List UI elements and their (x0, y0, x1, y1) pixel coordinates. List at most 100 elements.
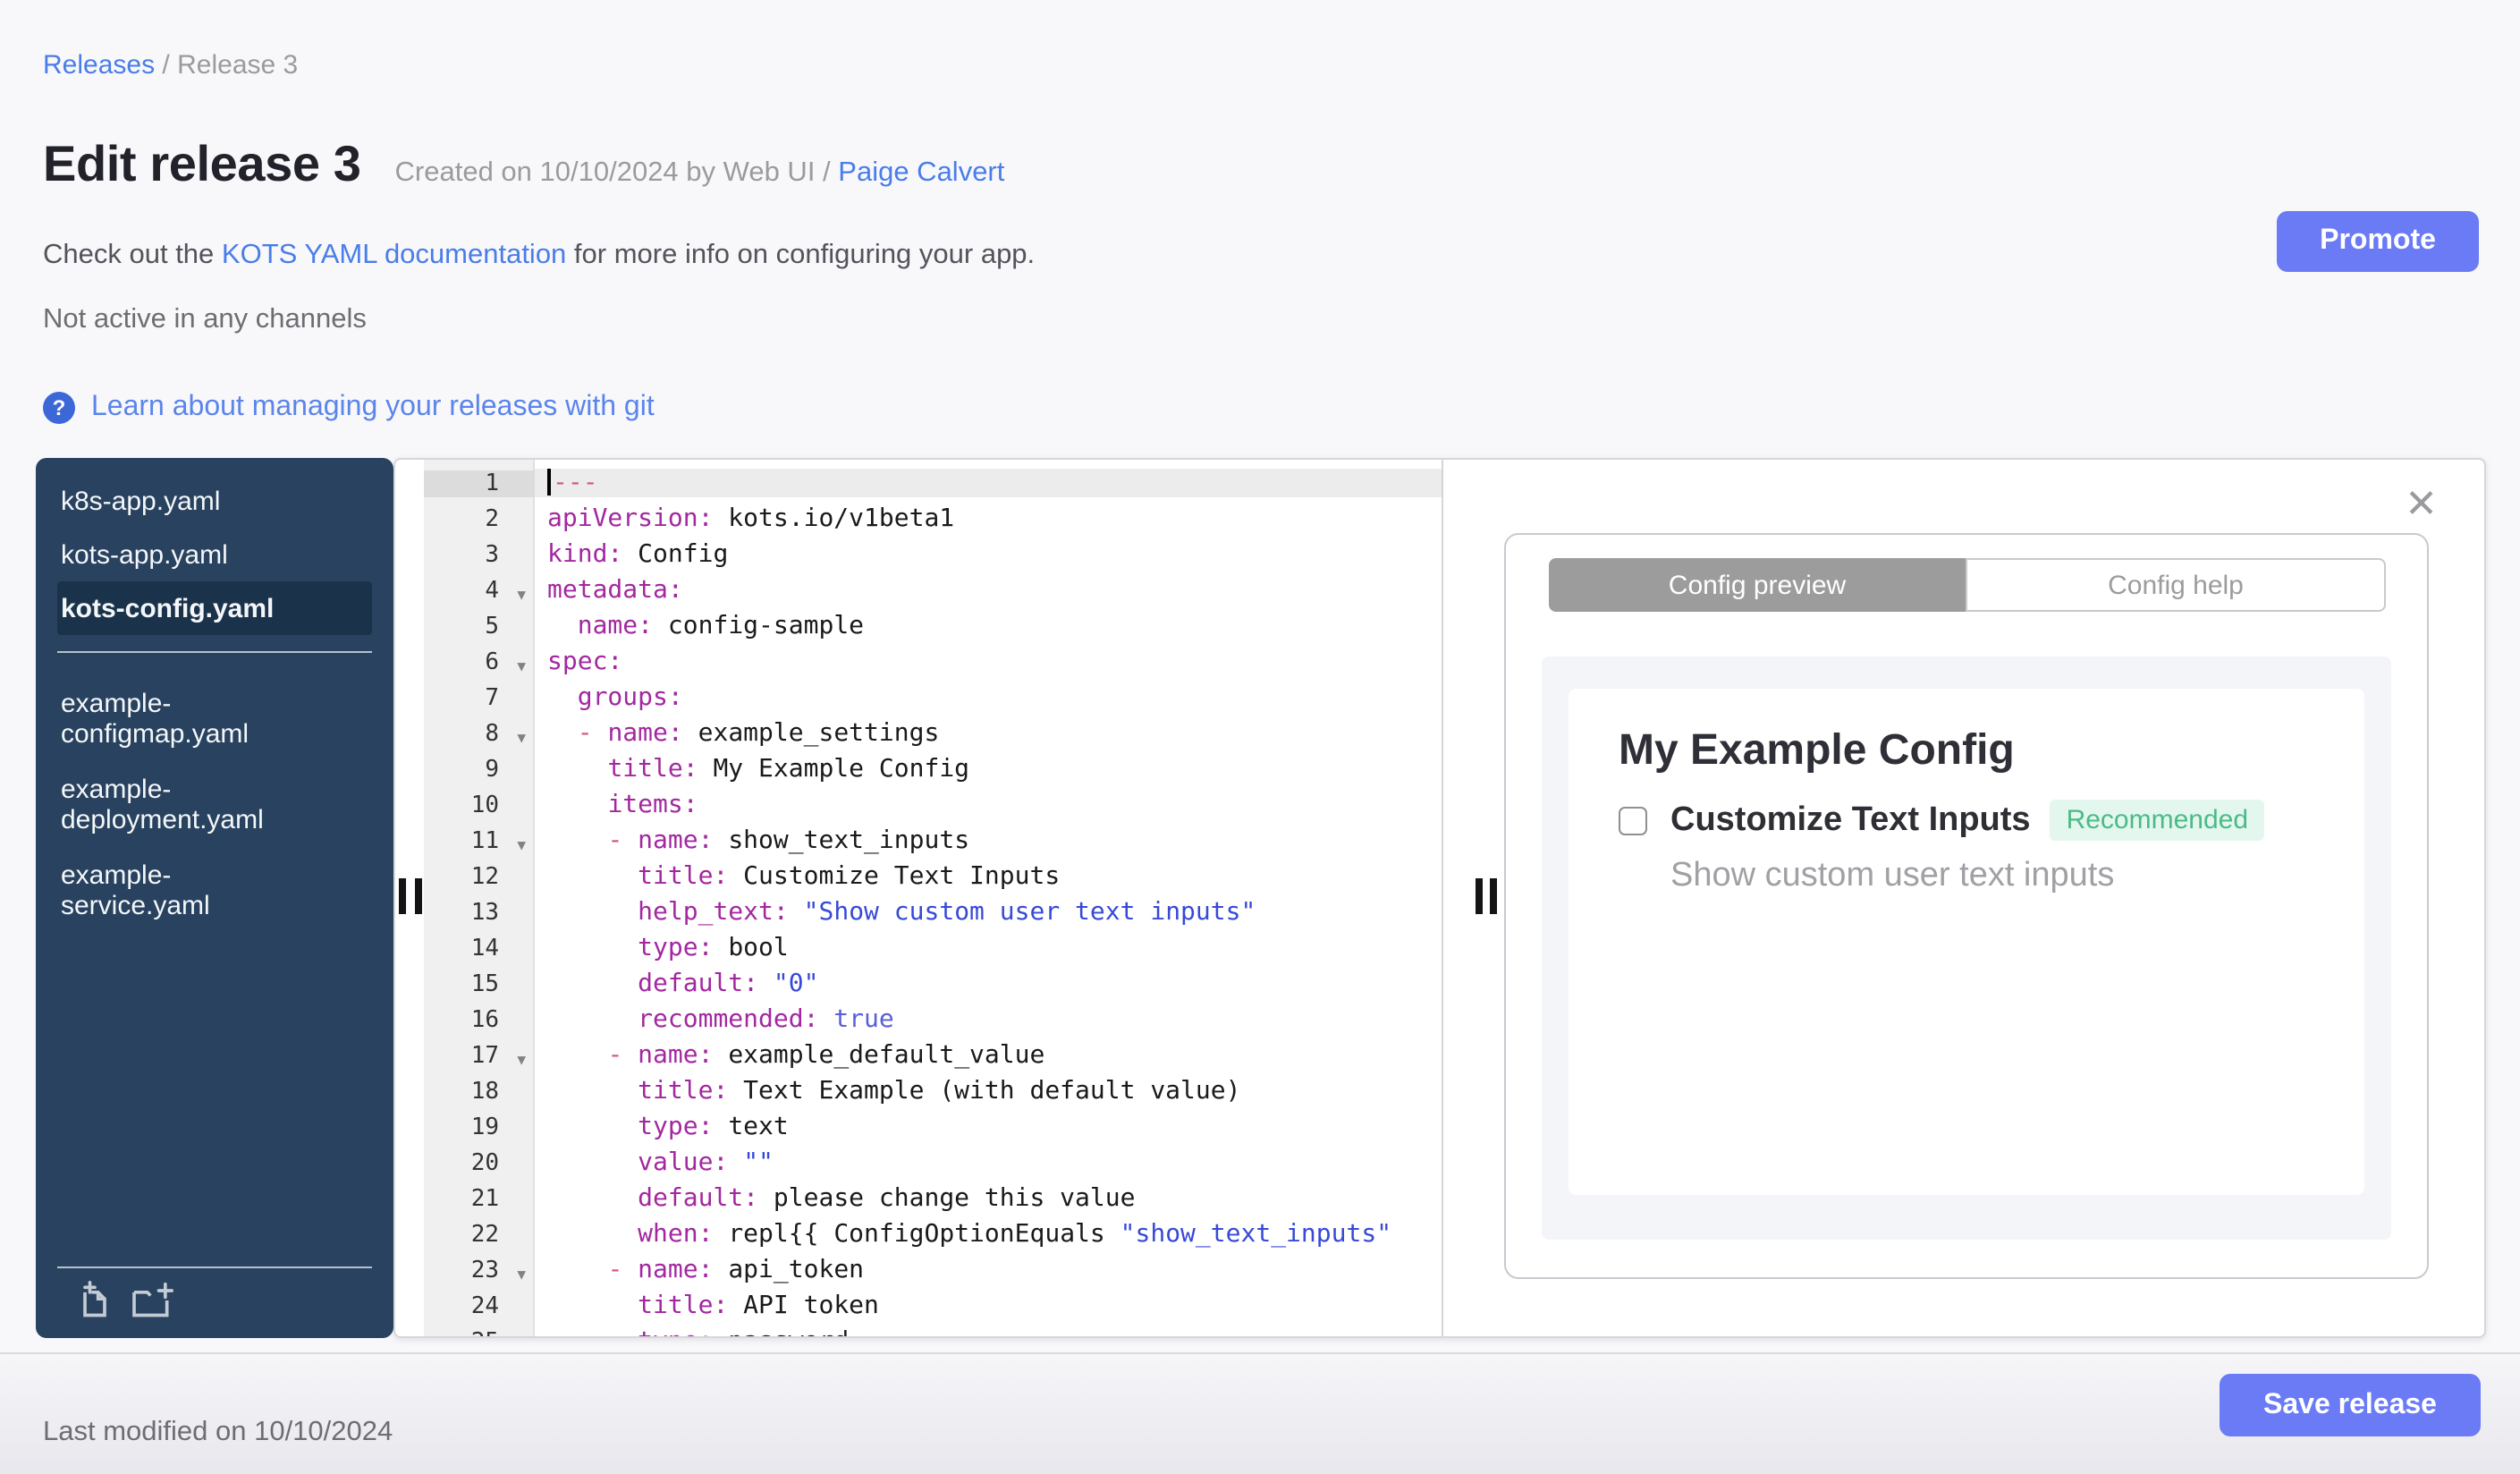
code-line-text[interactable]: title: My Example Config (535, 755, 1442, 784)
created-by: Created on 10/10/2024 by Web UI / Paige … (395, 157, 1005, 190)
code-line-text[interactable]: groups: (535, 683, 1442, 712)
line-number: 8 ▼ (485, 720, 526, 747)
sidebar-item-k8s-app-yaml[interactable]: k8s-app.yaml (57, 474, 372, 528)
code-line-text[interactable]: type: text (535, 1113, 1442, 1141)
breadcrumb-releases-link[interactable]: Releases (43, 50, 155, 80)
new-folder-button[interactable] (131, 1281, 177, 1320)
close-icon[interactable]: ✕ (2405, 484, 2438, 524)
code-line-text[interactable]: metadata: (535, 576, 1442, 605)
created-by-user-link[interactable]: Paige Calvert (838, 157, 1004, 188)
line-number: 7 (485, 684, 499, 711)
code-line: 23 ▼ - name: api_token (424, 1252, 1442, 1288)
sidebar-item-example-configmap-yaml[interactable]: example-configmap.yaml (57, 676, 311, 762)
line-number: 11 ▼ (470, 827, 526, 854)
sidebar-divider (57, 1266, 372, 1268)
code-line: 7 groups: (424, 680, 1442, 716)
question-icon[interactable]: ? (43, 392, 75, 424)
new-file-button[interactable] (75, 1281, 114, 1320)
tab-config-preview[interactable]: Config preview (1549, 558, 1966, 612)
new-file-icon (75, 1281, 114, 1326)
fold-arrow-icon[interactable]: ▼ (517, 1266, 526, 1282)
code-line-text[interactable]: name: config-sample (535, 612, 1442, 640)
save-release-button[interactable]: Save release (2220, 1374, 2481, 1436)
code-line: 25 type: password (424, 1324, 1442, 1336)
promote-button[interactable]: Promote (2277, 211, 2479, 272)
code-line-text[interactable]: - name: example_default_value (535, 1041, 1442, 1070)
code-line-text[interactable]: recommended: true (535, 1005, 1442, 1034)
config-group-title: My Example Config (1619, 726, 2015, 775)
code-line-text[interactable]: value: "" (535, 1148, 1442, 1177)
code-line-text[interactable]: spec: (535, 648, 1442, 676)
code-line-text[interactable]: - name: api_token (535, 1256, 1442, 1284)
docs-hint: Check out the KOTS YAML documentation fo… (43, 240, 1035, 272)
line-number: 12 (470, 863, 499, 890)
line-number: 9 (485, 756, 499, 783)
release-workspace: 1 --- 2 apiVersion: kots.io/v1beta1 3 kind: C… (36, 458, 2486, 1338)
line-number: 1 (424, 470, 535, 496)
config-item-label[interactable]: Customize Text Inputs (1670, 801, 2031, 840)
learn-git-link[interactable]: Learn about managing your releases with … (91, 392, 655, 424)
code-line-text[interactable]: items: (535, 791, 1442, 819)
code-line-text[interactable]: type: password (535, 1327, 1442, 1336)
fold-arrow-icon[interactable]: ▼ (517, 837, 526, 852)
code-line-text[interactable]: title: API token (535, 1292, 1442, 1320)
code-line-text[interactable]: - name: example_settings (535, 719, 1442, 748)
fold-arrow-icon[interactable]: ▼ (517, 1052, 526, 1067)
code-line: 24 title: API token (424, 1288, 1442, 1324)
code-line: 12 title: Customize Text Inputs (424, 859, 1442, 894)
code-line: 21 default: please change this value (424, 1181, 1442, 1216)
fold-arrow-icon[interactable]: ▼ (517, 587, 526, 602)
sidebar-item-example-service-yaml[interactable]: example-service.yaml (57, 848, 311, 934)
docs-hint-after: for more info on configuring your app. (566, 240, 1036, 270)
line-number: 20 (470, 1149, 499, 1176)
line-number: 25 (424, 1328, 535, 1336)
code-line-text[interactable]: help_text: "Show custom user text inputs… (535, 898, 1442, 927)
line-number: 22 (470, 1221, 499, 1248)
title-row: Edit release 3 Created on 10/10/2024 by … (43, 136, 1004, 193)
resize-handle-right[interactable] (1490, 878, 1497, 914)
breadcrumb-separator: / (155, 50, 178, 80)
code-line-text[interactable]: default: "0" (535, 970, 1442, 998)
fold-arrow-icon[interactable]: ▼ (517, 730, 526, 745)
line-number: 6 ▼ (485, 648, 526, 675)
code-line-text[interactable]: default: please change this value (535, 1184, 1442, 1213)
fold-arrow-icon[interactable]: ▼ (517, 658, 526, 673)
config-item-checkbox[interactable] (1619, 806, 1647, 834)
code-line: 22 when: repl{{ ConfigOptionEquals "show… (424, 1216, 1442, 1252)
footer-band (0, 1352, 2520, 1474)
line-number: 16 (470, 1006, 499, 1033)
last-modified-text: Last modified on 10/10/2024 (43, 1417, 393, 1447)
resize-handle-right[interactable] (1476, 878, 1483, 914)
resize-handle-left[interactable] (415, 878, 422, 914)
breadcrumb: Releases / Release 3 (43, 50, 298, 80)
code-line: 20 value: "" (424, 1145, 1442, 1181)
code-line-text[interactable]: --- (535, 469, 1442, 497)
line-number: 24 (470, 1292, 499, 1319)
code-line-text[interactable]: title: Customize Text Inputs (535, 862, 1442, 891)
code-line-text[interactable]: kind: Config (535, 540, 1442, 569)
kots-yaml-docs-link[interactable]: KOTS YAML documentation (222, 240, 566, 270)
line-number: 13 (470, 899, 499, 926)
line-number: 23 ▼ (470, 1257, 526, 1283)
sidebar-item-example-deployment-yaml[interactable]: example-deployment.yaml (57, 762, 311, 848)
sidebar-item-kots-config-yaml[interactable]: kots-config.yaml (57, 581, 372, 635)
code-line-text[interactable]: title: Text Example (with default value) (535, 1077, 1442, 1106)
config-preview-card: Config preview Config help My Example Co… (1504, 533, 2429, 1279)
tab-config-help[interactable]: Config help (1966, 558, 2386, 612)
sidebar-item-kots-app-yaml[interactable]: kots-app.yaml (57, 528, 372, 581)
resize-handle-left[interactable] (399, 878, 406, 914)
sidebar-actions (36, 1250, 393, 1338)
code-line-text[interactable]: - name: show_text_inputs (535, 826, 1442, 855)
file-list-bottom: example-configmap.yaml example-deployment… (36, 653, 393, 934)
code-line: 17 ▼ - name: example_default_value (424, 1038, 1442, 1073)
page: Releases / Release 3 Edit release 3 Crea… (0, 0, 2520, 1474)
code-line-text[interactable]: when: repl{{ ConfigOptionEquals "show_te… (535, 1220, 1442, 1249)
code-line: 8 ▼ - name: example_settings (424, 716, 1442, 751)
code-line-text[interactable]: type: bool (535, 934, 1442, 962)
code-line-text[interactable]: apiVersion: kots.io/v1beta1 (535, 504, 1442, 533)
editor-preview-panel: 1 --- 2 apiVersion: kots.io/v1beta1 3 kind: C… (393, 458, 2486, 1338)
code-line: 16 recommended: true (424, 1002, 1442, 1038)
docs-hint-before: Check out the (43, 240, 222, 270)
yaml-code-editor[interactable]: 1 --- 2 apiVersion: kots.io/v1beta1 3 kind: C… (424, 460, 1443, 1336)
new-folder-icon (131, 1282, 177, 1326)
